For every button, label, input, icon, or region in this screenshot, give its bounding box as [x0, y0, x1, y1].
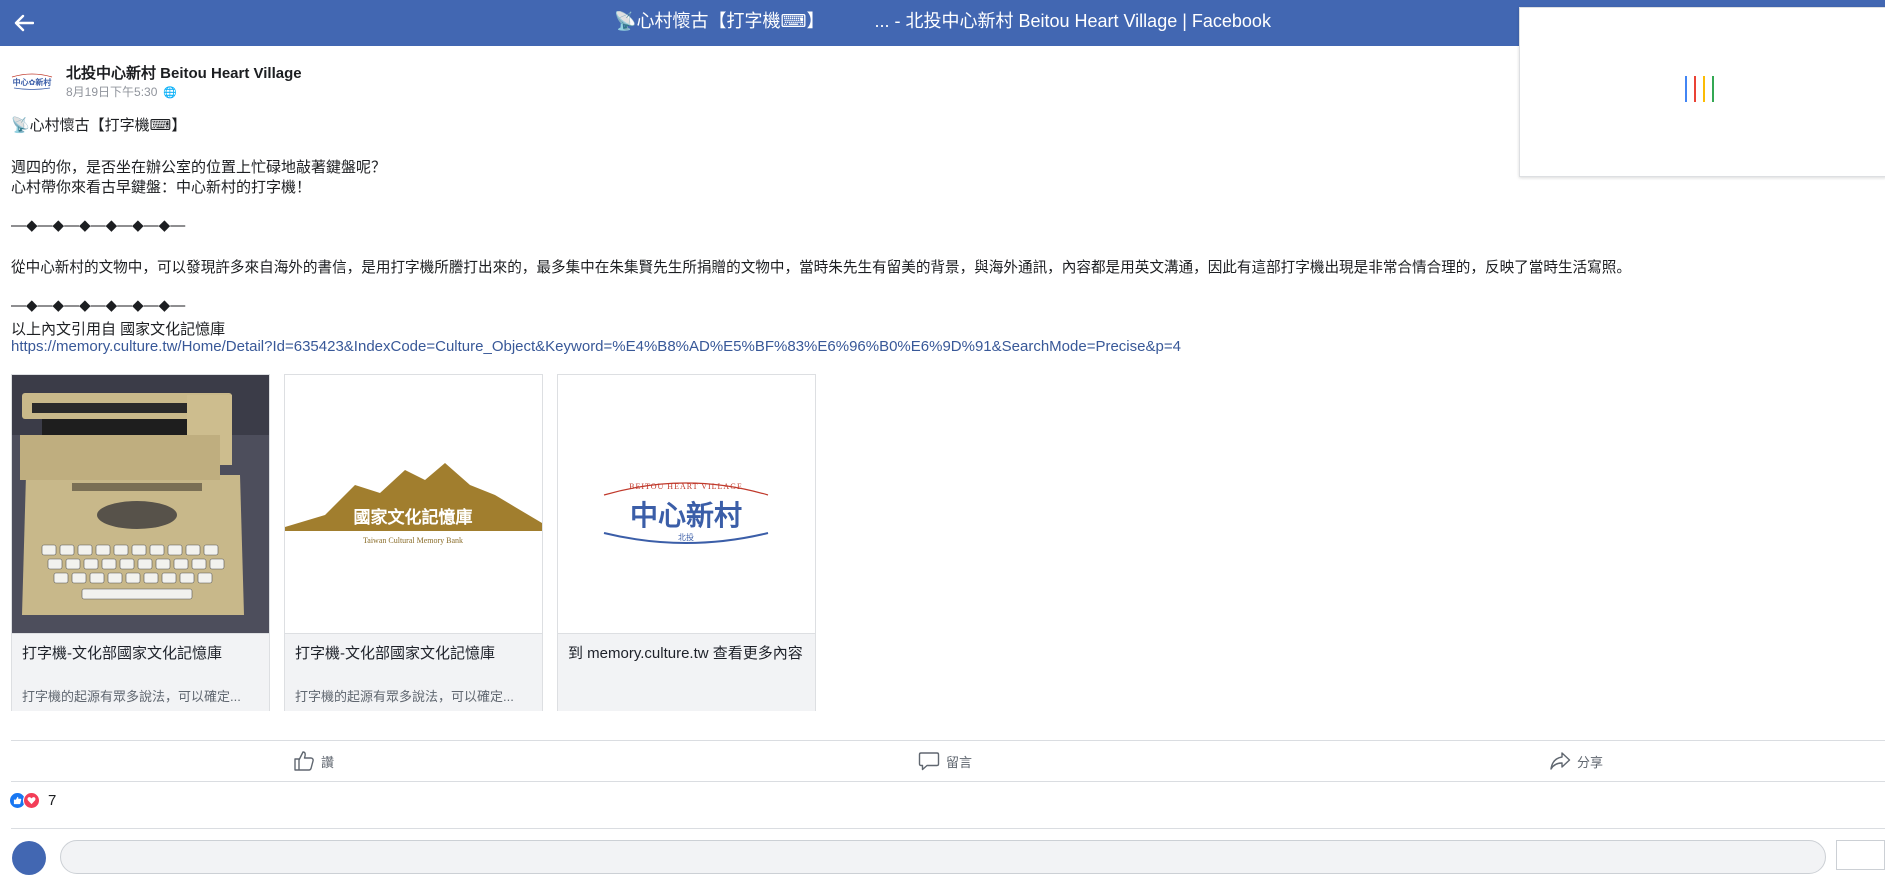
thumbs-up-icon	[294, 751, 314, 771]
page-avatar[interactable]: 中心✿新村	[10, 66, 54, 96]
link-card[interactable]: BEITOU HEART VILLAGE 中心新村 北投 到 memory.cu…	[557, 374, 816, 711]
share-label: 分享	[1577, 754, 1604, 770]
card-description: 打字機的起源有眾多說法，可以確定...	[295, 689, 514, 704]
card-logo-subtext: 北投	[678, 532, 694, 542]
decorative-divider: —◆—◆—◆—◆—◆—◆—	[11, 297, 186, 314]
post-text-line: 從中心新村的文物中，可以發現許多來自海外的書信，是用打字機所謄打出來的，最多集中…	[11, 260, 1631, 276]
divider	[11, 740, 1885, 741]
card-logo-text: 國家文化記憶庫	[354, 507, 473, 528]
decorative-divider: —◆—◆—◆—◆—◆—◆—	[11, 217, 186, 234]
typewriter-image	[12, 375, 269, 633]
post-text-line: 心村帶你來看古早鍵盤：中心新村的打字機！	[11, 179, 312, 196]
page-name-link[interactable]: 北投中心新村 Beitou Heart Village	[66, 62, 302, 83]
post-heading: 📡心村懷古【打字機⌨】	[11, 117, 187, 134]
timestamp-text: 8月19日下午5:30	[66, 85, 158, 99]
card-description: 打字機的起源有眾多說法，可以確定...	[22, 689, 241, 704]
share-icon	[1550, 752, 1571, 770]
loader-bar	[1712, 76, 1714, 102]
globe-icon: 🌐	[163, 87, 178, 99]
card-footer: 到 memory.culture.tw 查看更多內容	[558, 633, 815, 711]
comment-icon	[918, 752, 940, 771]
card-logo-text: 中心新村	[630, 499, 742, 532]
divider	[11, 781, 1885, 782]
reactions-summary[interactable]: 7	[9, 792, 56, 809]
source-link[interactable]: https://memory.culture.tw/Home/Detail?Id…	[11, 338, 1181, 355]
love-reaction-icon	[23, 792, 40, 809]
card-title: 打字機-文化部國家文化記憶庫	[295, 645, 495, 662]
citation-text: 以上內文引用自 國家文化記憶庫	[11, 321, 226, 338]
svg-text:中心✿新村: 中心✿新村	[13, 77, 52, 87]
like-button[interactable]: 讚	[293, 748, 334, 774]
attachment-button[interactable]	[1836, 840, 1885, 870]
loading-panel	[1519, 7, 1885, 177]
card-footer: 打字機-文化部國家文化記憶庫 打字機的起源有眾多說法，可以確定...	[285, 633, 542, 711]
comment-button[interactable]: 留言	[918, 748, 972, 774]
card-footer: 打字機-文化部國家文化記憶庫 打字機的起源有眾多說法，可以確定...	[12, 633, 269, 711]
card-logo-subtext: Taiwan Cultural Memory Bank	[363, 536, 463, 545]
card-logo-toptext: BEITOU HEART VILLAGE	[629, 482, 743, 491]
loader-bar	[1703, 76, 1705, 102]
divider	[11, 828, 1885, 829]
card-title: 到 memory.culture.tw 查看更多內容	[568, 645, 803, 662]
loading-indicator-icon	[1685, 76, 1721, 102]
like-label: 讚	[321, 754, 335, 770]
post-timestamp[interactable]: 8月19日下午5:30 🌐	[66, 83, 177, 100]
comment-input[interactable]	[60, 840, 1826, 874]
user-avatar[interactable]	[12, 841, 46, 875]
link-card[interactable]: 國家文化記憶庫 Taiwan Cultural Memory Bank 打字機-…	[284, 374, 543, 711]
link-card[interactable]: 打字機-文化部國家文化記憶庫 打字機的起源有眾多說法，可以確定...	[11, 374, 270, 711]
reaction-count: 7	[48, 792, 57, 809]
comment-label: 留言	[946, 754, 973, 770]
share-button[interactable]: 分享	[1549, 748, 1603, 774]
village-logo-image: BEITOU HEART VILLAGE 中心新村 北投	[558, 375, 815, 633]
memory-bank-logo-image: 國家文化記憶庫 Taiwan Cultural Memory Bank	[285, 375, 542, 633]
loader-bar	[1694, 76, 1696, 102]
post-text-line: 週四的你，是否坐在辦公室的位置上忙碌地敲著鍵盤呢？	[11, 159, 387, 176]
card-title: 打字機-文化部國家文化記憶庫	[22, 645, 222, 662]
loader-bar	[1685, 76, 1687, 102]
